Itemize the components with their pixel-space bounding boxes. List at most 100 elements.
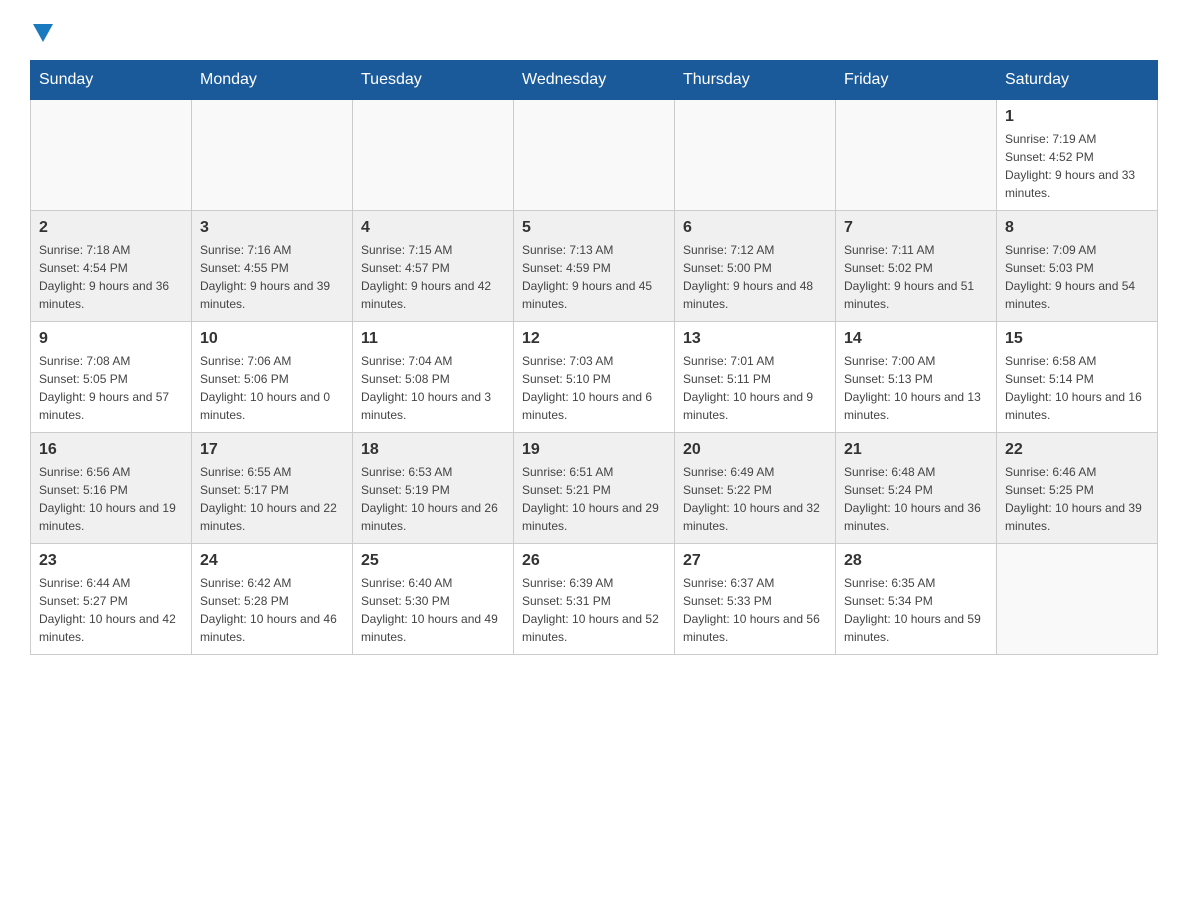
- day-info: Sunrise: 7:03 AMSunset: 5:10 PMDaylight:…: [522, 352, 666, 424]
- calendar-cell: 2 Sunrise: 7:18 AMSunset: 4:54 PMDaylight…: [31, 211, 192, 322]
- page-header: [30, 20, 1158, 42]
- day-number: 8: [1005, 219, 1149, 237]
- calendar-cell: 13 Sunrise: 7:01 AMSunset: 5:11 PMDayligh…: [675, 322, 836, 433]
- day-number: 19: [522, 441, 666, 459]
- day-info: Sunrise: 6:58 AMSunset: 5:14 PMDaylight:…: [1005, 352, 1149, 424]
- day-number: 6: [683, 219, 827, 237]
- day-number: 24: [200, 552, 344, 570]
- calendar-cell: [353, 100, 514, 211]
- day-info: Sunrise: 7:04 AMSunset: 5:08 PMDaylight:…: [361, 352, 505, 424]
- calendar-cell: 6 Sunrise: 7:12 AMSunset: 5:00 PMDaylight…: [675, 211, 836, 322]
- week-row-1: 1Sunrise: 7:19 AMSunset: 4:52 PMDaylight…: [31, 100, 1158, 211]
- calendar-cell: 1Sunrise: 7:19 AMSunset: 4:52 PMDaylight…: [997, 100, 1158, 211]
- day-info: Sunrise: 7:00 AMSunset: 5:13 PMDaylight:…: [844, 352, 988, 424]
- week-row-2: 2 Sunrise: 7:18 AMSunset: 4:54 PMDaylight…: [31, 211, 1158, 322]
- calendar-cell: 24 Sunrise: 6:42 AMSunset: 5:28 PMDayligh…: [192, 544, 353, 655]
- calendar-header: SundayMondayTuesdayWednesdayThursdayFrid…: [31, 61, 1158, 100]
- calendar-cell: 12Sunrise: 7:03 AMSunset: 5:10 PMDayligh…: [514, 322, 675, 433]
- day-info: Sunrise: 6:55 AMSunset: 5:17 PMDaylight:…: [200, 463, 344, 535]
- calendar-cell: 4Sunrise: 7:15 AMSunset: 4:57 PMDaylight…: [353, 211, 514, 322]
- calendar-cell: 18 Sunrise: 6:53 AMSunset: 5:19 PMDayligh…: [353, 433, 514, 544]
- day-number: 18: [361, 441, 505, 459]
- day-number: 5: [522, 219, 666, 237]
- day-info: Sunrise: 7:16 AMSunset: 4:55 PMDaylight:…: [200, 241, 344, 313]
- day-info: Sunrise: 7:06 AMSunset: 5:06 PMDaylight:…: [200, 352, 344, 424]
- day-number: 14: [844, 330, 988, 348]
- day-number: 3: [200, 219, 344, 237]
- day-info: Sunrise: 7:18 AMSunset: 4:54 PMDaylight:…: [39, 241, 183, 313]
- day-info: Sunrise: 6:56 AMSunset: 5:16 PMDaylight:…: [39, 463, 183, 535]
- weekday-header-sunday: Sunday: [31, 61, 192, 100]
- weekday-header-tuesday: Tuesday: [353, 61, 514, 100]
- day-info: Sunrise: 6:46 AMSunset: 5:25 PMDaylight:…: [1005, 463, 1149, 535]
- day-number: 26: [522, 552, 666, 570]
- calendar-cell: [997, 544, 1158, 655]
- calendar-cell: [836, 100, 997, 211]
- day-number: 17: [200, 441, 344, 459]
- weekday-header-thursday: Thursday: [675, 61, 836, 100]
- day-number: 7: [844, 219, 988, 237]
- day-number: 28: [844, 552, 988, 570]
- calendar-cell: 8 Sunrise: 7:09 AMSunset: 5:03 PMDaylight…: [997, 211, 1158, 322]
- calendar-cell: 20 Sunrise: 6:49 AMSunset: 5:22 PMDayligh…: [675, 433, 836, 544]
- day-info: Sunrise: 6:39 AMSunset: 5:31 PMDaylight:…: [522, 574, 666, 646]
- day-number: 16: [39, 441, 183, 459]
- calendar-cell: 16 Sunrise: 6:56 AMSunset: 5:16 PMDayligh…: [31, 433, 192, 544]
- day-info: Sunrise: 6:51 AMSunset: 5:21 PMDaylight:…: [522, 463, 666, 535]
- calendar-cell: 27 Sunrise: 6:37 AMSunset: 5:33 PMDayligh…: [675, 544, 836, 655]
- calendar-cell: 5 Sunrise: 7:13 AMSunset: 4:59 PMDaylight…: [514, 211, 675, 322]
- day-number: 2: [39, 219, 183, 237]
- day-number: 25: [361, 552, 505, 570]
- weekday-header-friday: Friday: [836, 61, 997, 100]
- calendar-cell: [192, 100, 353, 211]
- weekday-header-wednesday: Wednesday: [514, 61, 675, 100]
- day-info: Sunrise: 6:53 AMSunset: 5:19 PMDaylight:…: [361, 463, 505, 535]
- week-row-5: 23 Sunrise: 6:44 AMSunset: 5:27 PMDayligh…: [31, 544, 1158, 655]
- day-info: Sunrise: 7:15 AMSunset: 4:57 PMDaylight:…: [361, 241, 505, 313]
- calendar-cell: [675, 100, 836, 211]
- day-info: Sunrise: 6:35 AMSunset: 5:34 PMDaylight:…: [844, 574, 988, 646]
- day-number: 10: [200, 330, 344, 348]
- calendar-cell: 14 Sunrise: 7:00 AMSunset: 5:13 PMDayligh…: [836, 322, 997, 433]
- day-info: Sunrise: 7:12 AMSunset: 5:00 PMDaylight:…: [683, 241, 827, 313]
- day-info: Sunrise: 6:44 AMSunset: 5:27 PMDaylight:…: [39, 574, 183, 646]
- day-number: 11: [361, 330, 505, 348]
- calendar-cell: 11 Sunrise: 7:04 AMSunset: 5:08 PMDayligh…: [353, 322, 514, 433]
- day-info: Sunrise: 7:11 AMSunset: 5:02 PMDaylight:…: [844, 241, 988, 313]
- day-info: Sunrise: 7:09 AMSunset: 5:03 PMDaylight:…: [1005, 241, 1149, 313]
- calendar-cell: 22Sunrise: 6:46 AMSunset: 5:25 PMDayligh…: [997, 433, 1158, 544]
- calendar-cell: 21 Sunrise: 6:48 AMSunset: 5:24 PMDayligh…: [836, 433, 997, 544]
- calendar-cell: [31, 100, 192, 211]
- day-info: Sunrise: 6:42 AMSunset: 5:28 PMDaylight:…: [200, 574, 344, 646]
- calendar-cell: 23 Sunrise: 6:44 AMSunset: 5:27 PMDayligh…: [31, 544, 192, 655]
- calendar-cell: 10 Sunrise: 7:06 AMSunset: 5:06 PMDayligh…: [192, 322, 353, 433]
- day-info: Sunrise: 6:49 AMSunset: 5:22 PMDaylight:…: [683, 463, 827, 535]
- calendar-cell: 3 Sunrise: 7:16 AMSunset: 4:55 PMDaylight…: [192, 211, 353, 322]
- day-info: Sunrise: 7:01 AMSunset: 5:11 PMDaylight:…: [683, 352, 827, 424]
- day-number: 27: [683, 552, 827, 570]
- day-number: 13: [683, 330, 827, 348]
- logo: [30, 20, 53, 42]
- calendar-cell: 15 Sunrise: 6:58 AMSunset: 5:14 PMDayligh…: [997, 322, 1158, 433]
- day-info: Sunrise: 6:48 AMSunset: 5:24 PMDaylight:…: [844, 463, 988, 535]
- calendar-cell: 19 Sunrise: 6:51 AMSunset: 5:21 PMDayligh…: [514, 433, 675, 544]
- day-number: 23: [39, 552, 183, 570]
- weekday-header-row: SundayMondayTuesdayWednesdayThursdayFrid…: [31, 61, 1158, 100]
- weekday-header-saturday: Saturday: [997, 61, 1158, 100]
- day-info: Sunrise: 6:37 AMSunset: 5:33 PMDaylight:…: [683, 574, 827, 646]
- calendar-table: SundayMondayTuesdayWednesdayThursdayFrid…: [30, 60, 1158, 655]
- week-row-3: 9Sunrise: 7:08 AMSunset: 5:05 PMDaylight…: [31, 322, 1158, 433]
- calendar-body: 1Sunrise: 7:19 AMSunset: 4:52 PMDaylight…: [31, 100, 1158, 655]
- calendar-cell: 26 Sunrise: 6:39 AMSunset: 5:31 PMDayligh…: [514, 544, 675, 655]
- day-info: Sunrise: 7:13 AMSunset: 4:59 PMDaylight:…: [522, 241, 666, 313]
- day-info: Sunrise: 6:40 AMSunset: 5:30 PMDaylight:…: [361, 574, 505, 646]
- calendar-cell: 7 Sunrise: 7:11 AMSunset: 5:02 PMDaylight…: [836, 211, 997, 322]
- day-number: 15: [1005, 330, 1149, 348]
- day-number: 21: [844, 441, 988, 459]
- calendar-cell: 9Sunrise: 7:08 AMSunset: 5:05 PMDaylight…: [31, 322, 192, 433]
- calendar-cell: 28 Sunrise: 6:35 AMSunset: 5:34 PMDayligh…: [836, 544, 997, 655]
- calendar-cell: 25 Sunrise: 6:40 AMSunset: 5:30 PMDayligh…: [353, 544, 514, 655]
- weekday-header-monday: Monday: [192, 61, 353, 100]
- week-row-4: 16 Sunrise: 6:56 AMSunset: 5:16 PMDayligh…: [31, 433, 1158, 544]
- day-number: 20: [683, 441, 827, 459]
